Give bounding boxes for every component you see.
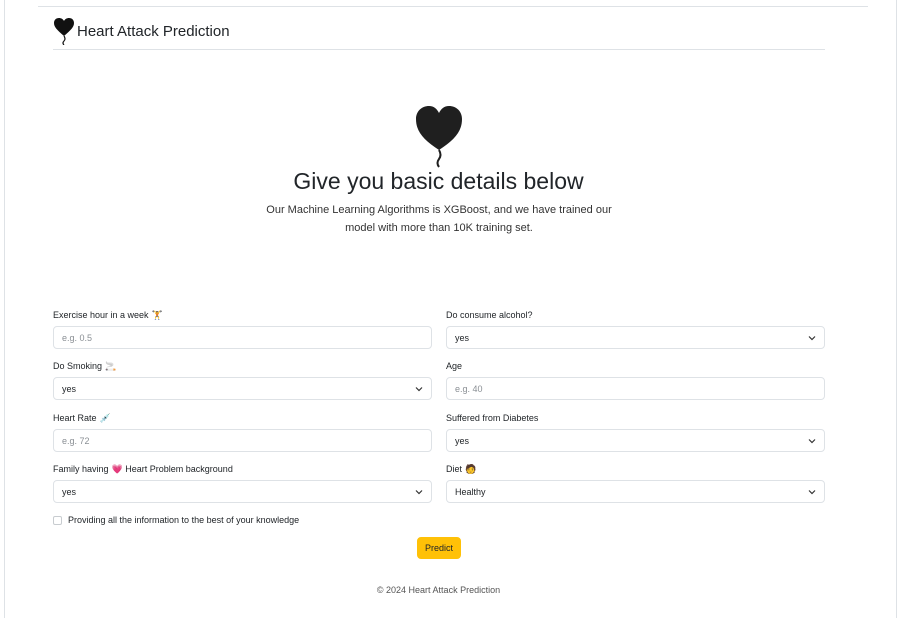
- consent-checkbox[interactable]: [53, 515, 62, 525]
- smoking-select[interactable]: yes: [53, 377, 432, 400]
- smoking-label: Do Smoking 🚬: [53, 361, 117, 371]
- family-selected-value: yes: [62, 486, 77, 497]
- heart-rate-label: Heart Rate 💉: [53, 413, 111, 423]
- diabetes-select[interactable]: yes: [446, 429, 825, 452]
- heart-balloon-icon: [416, 106, 462, 168]
- cigarette-icon: 🚬: [105, 361, 117, 371]
- alcohol-select[interactable]: yes: [446, 326, 825, 349]
- heart-rate-field-group: Heart Rate 💉: [53, 411, 432, 452]
- diabetes-selected-value: yes: [455, 435, 470, 446]
- diet-field-group: Diet 🧑 Healthy: [446, 462, 825, 503]
- family-select[interactable]: yes: [53, 480, 432, 503]
- navbar: Heart Attack Prediction: [53, 12, 825, 50]
- chevron-down-icon: [808, 438, 816, 443]
- heart-icon: 💗: [111, 464, 123, 474]
- age-input[interactable]: [446, 377, 825, 400]
- exercise-label: Exercise hour in a week 🏋: [53, 310, 163, 320]
- syringe-icon: 💉: [99, 413, 111, 423]
- diet-label: Diet 🧑: [446, 464, 477, 474]
- consent-label[interactable]: Providing all the information to the bes…: [68, 515, 299, 525]
- diet-selected-value: Healthy: [455, 486, 486, 497]
- alcohol-label: Do consume alcohol?: [446, 310, 533, 320]
- exercise-input[interactable]: [53, 326, 432, 349]
- chevron-down-icon: [415, 489, 423, 494]
- predict-button[interactable]: Predict: [417, 537, 461, 559]
- heart-balloon-icon: [54, 17, 74, 45]
- hero-lead: Our Machine Learning Algorithms is XGBoo…: [266, 204, 612, 234]
- chevron-down-icon: [808, 335, 816, 340]
- brand-title[interactable]: Heart Attack Prediction: [77, 24, 230, 39]
- chevron-down-icon: [808, 489, 816, 494]
- age-label: Age: [446, 361, 463, 371]
- age-field-group: Age: [446, 359, 825, 400]
- consent-row: Providing all the information to the bes…: [53, 515, 299, 525]
- diabetes-label: Suffered from Diabetes: [446, 413, 539, 423]
- family-field-group: Family having 💗 Heart Problem background …: [53, 462, 432, 503]
- smoking-field-group: Do Smoking 🚬 yes: [53, 359, 432, 400]
- smoking-selected-value: yes: [62, 383, 77, 394]
- diet-select[interactable]: Healthy: [446, 480, 825, 503]
- exercise-field-group: Exercise hour in a week 🏋: [53, 308, 432, 349]
- footer-copyright: © 2024 Heart Attack Prediction: [376, 585, 501, 595]
- heart-rate-input[interactable]: [53, 429, 432, 452]
- family-label: Family having 💗 Heart Problem background: [53, 464, 233, 474]
- alcohol-selected-value: yes: [455, 332, 470, 343]
- chevron-down-icon: [415, 386, 423, 391]
- diabetes-field-group: Suffered from Diabetes yes: [446, 411, 825, 452]
- person-icon: 🧑: [465, 464, 477, 474]
- alcohol-field-group: Do consume alcohol? yes: [446, 308, 825, 349]
- hero-title: Give you basic details below: [293, 168, 584, 194]
- top-divider: [38, 0, 868, 7]
- weightlifter-icon: 🏋: [151, 310, 163, 320]
